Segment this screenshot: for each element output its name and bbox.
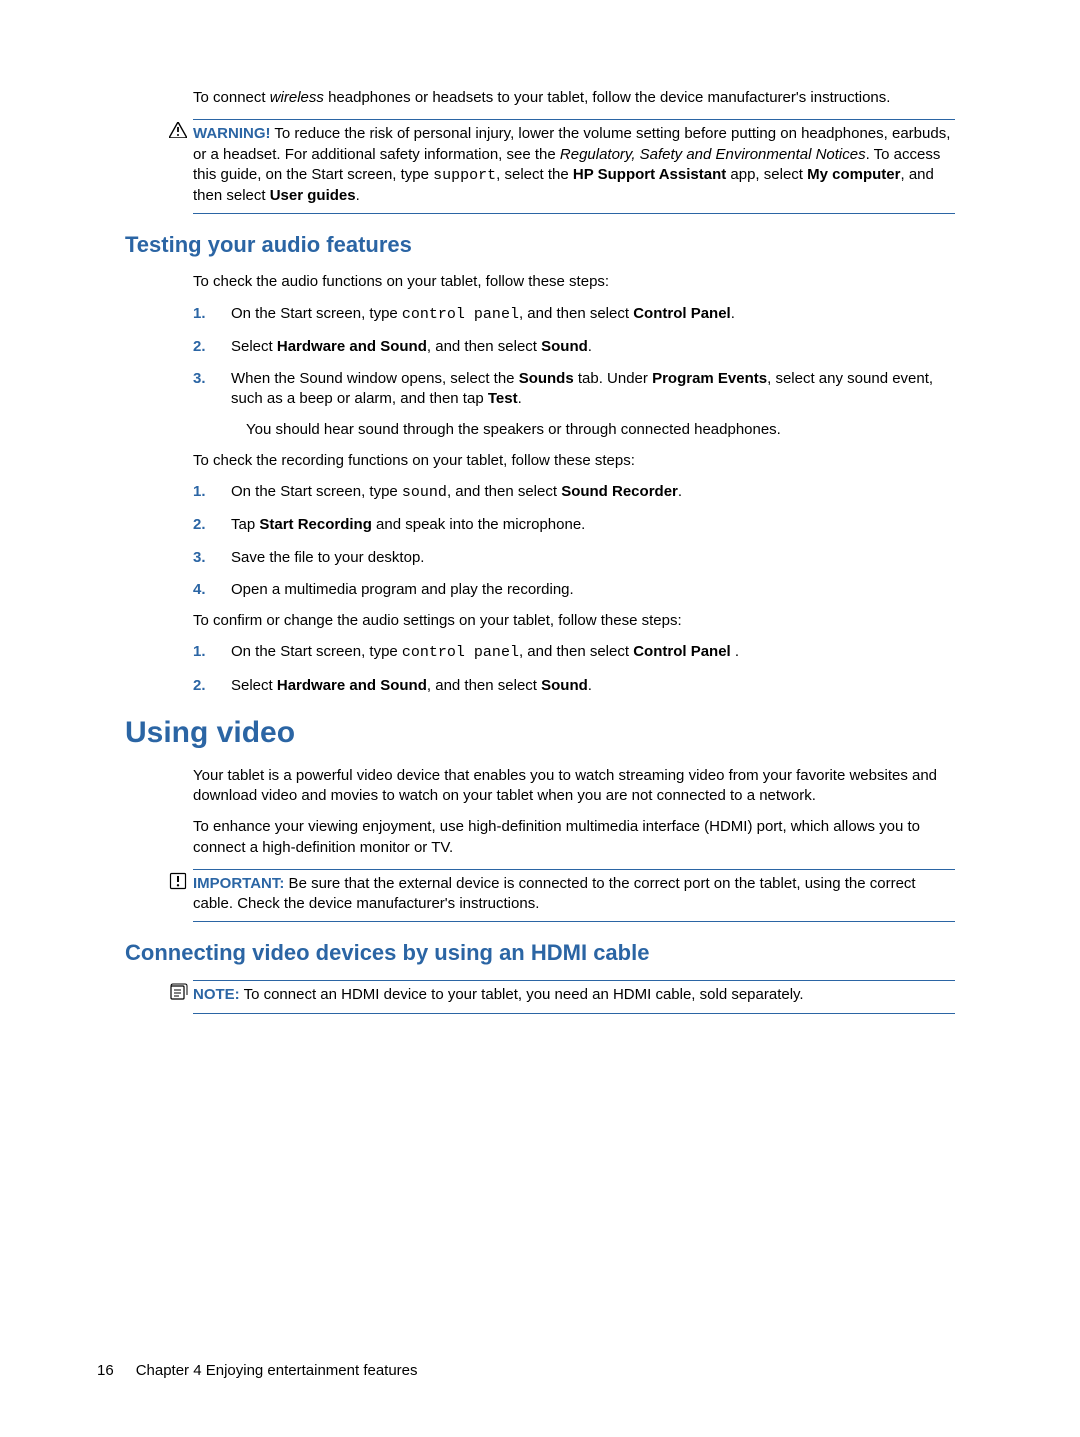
step-number: 1. xyxy=(193,482,206,502)
s1-list2: 1. On the Start screen, type sound, and … xyxy=(193,482,955,600)
warning-mono: support xyxy=(433,167,496,184)
important-icon xyxy=(169,872,187,895)
important-notice: IMPORTANT: Be sure that the external dev… xyxy=(193,869,955,923)
t: . xyxy=(588,677,592,694)
list-item: 3. Save the file to your desktop. xyxy=(193,548,955,568)
warning-content: WARNING! To reduce the risk of personal … xyxy=(193,124,955,206)
t: . xyxy=(588,338,592,355)
t: Tap xyxy=(231,516,259,533)
list-item: 2. Select Hardware and Sound, and then s… xyxy=(193,676,955,696)
t: Open a multimedia program and play the r… xyxy=(231,581,574,598)
chapter-title: Chapter 4 Enjoying entertainment feature… xyxy=(136,1362,418,1379)
list-item: 4. Open a multimedia program and play th… xyxy=(193,580,955,600)
t: . xyxy=(731,643,739,660)
warning-b3: User guides xyxy=(270,187,356,204)
t: . xyxy=(518,390,522,407)
b: Sound xyxy=(541,677,588,694)
t: , and then select xyxy=(519,305,633,322)
step-number: 1. xyxy=(193,642,206,662)
t: . xyxy=(678,483,682,500)
intro-paragraph: To connect wireless headphones or headse… xyxy=(193,88,955,108)
step-number: 4. xyxy=(193,580,206,600)
page-footer: 16 Chapter 4 Enjoying entertainment featu… xyxy=(97,1362,418,1379)
intro-em: wireless xyxy=(270,89,324,106)
t: , and then select xyxy=(427,338,541,355)
page-number: 16 xyxy=(97,1362,114,1379)
warning-notice: WARNING! To reduce the risk of personal … xyxy=(193,119,955,214)
s1-p2: To check the recording functions on your… xyxy=(193,451,955,471)
note-text: To connect an HDMI device to your tablet… xyxy=(240,986,804,1003)
t: , and then select xyxy=(519,643,633,660)
mono: control panel xyxy=(402,644,519,661)
t: On the Start screen, type xyxy=(231,305,402,322)
intro-text-a: To connect xyxy=(193,89,270,106)
warning-b2: My computer xyxy=(807,166,900,183)
warning-b1: HP Support Assistant xyxy=(573,166,726,183)
list-item: 3. When the Sound window opens, select t… xyxy=(193,369,955,440)
list-item: 1. On the Start screen, type control pan… xyxy=(193,304,955,325)
b: Sound Recorder xyxy=(561,483,678,500)
s1-p3: To confirm or change the audio settings … xyxy=(193,611,955,631)
t: On the Start screen, type xyxy=(231,483,402,500)
s2-p2: To enhance your viewing enjoyment, use h… xyxy=(193,817,955,858)
step-number: 3. xyxy=(193,548,206,568)
t: tab. Under xyxy=(574,370,652,387)
list-item: 2. Tap Start Recording and speak into th… xyxy=(193,515,955,535)
step-number: 2. xyxy=(193,515,206,535)
s1-list1: 1. On the Start screen, type control pan… xyxy=(193,304,955,440)
s1-p1: To check the audio functions on your tab… xyxy=(193,272,955,292)
section-heading-using-video: Using video xyxy=(125,716,955,750)
list-item: 1. On the Start screen, type sound, and … xyxy=(193,482,955,503)
b: Sound xyxy=(541,338,588,355)
step-number: 1. xyxy=(193,304,206,324)
note-icon xyxy=(169,983,189,1006)
warning-t3: , select the xyxy=(496,166,573,183)
b: Hardware and Sound xyxy=(277,338,427,355)
b: Start Recording xyxy=(259,516,372,533)
warning-em: Regulatory, Safety and Environmental Not… xyxy=(560,146,866,163)
intro-text-b: headphones or headsets to your tablet, f… xyxy=(324,89,891,106)
step-number: 2. xyxy=(193,676,206,696)
b: Test xyxy=(488,390,518,407)
sub-text: You should hear sound through the speake… xyxy=(231,420,955,440)
b: Sounds xyxy=(519,370,574,387)
t: On the Start screen, type xyxy=(231,643,402,660)
list-item: 1. On the Start screen, type control pan… xyxy=(193,642,955,663)
b: Hardware and Sound xyxy=(277,677,427,694)
important-text: Be sure that the external device is conn… xyxy=(193,875,916,912)
b: Control Panel xyxy=(633,643,731,660)
s2-p1: Your tablet is a powerful video device t… xyxy=(193,766,955,807)
section-heading-hdmi: Connecting video devices by using an HDM… xyxy=(125,940,955,966)
s1-list3: 1. On the Start screen, type control pan… xyxy=(193,642,955,696)
step-number: 3. xyxy=(193,369,206,389)
note-notice: NOTE: To connect an HDMI device to your … xyxy=(193,980,955,1013)
t: Select xyxy=(231,338,277,355)
note-content: NOTE: To connect an HDMI device to your … xyxy=(193,985,955,1005)
note-label: NOTE: xyxy=(193,986,240,1003)
t: . xyxy=(731,305,735,322)
content-body: To connect wireless headphones or headse… xyxy=(193,88,955,1014)
page: To connect wireless headphones or headse… xyxy=(0,0,1080,1437)
b: Program Events xyxy=(652,370,767,387)
t: , and then select xyxy=(427,677,541,694)
t: and speak into the microphone. xyxy=(372,516,585,533)
t: Save the file to your desktop. xyxy=(231,549,424,566)
b: Control Panel xyxy=(633,305,731,322)
important-content: IMPORTANT: Be sure that the external dev… xyxy=(193,874,955,915)
t: When the Sound window opens, select the xyxy=(231,370,519,387)
warning-icon xyxy=(169,122,187,143)
important-label: IMPORTANT: xyxy=(193,875,284,892)
t: , and then select xyxy=(447,483,561,500)
warning-t6: . xyxy=(356,187,360,204)
list-item: 2. Select Hardware and Sound, and then s… xyxy=(193,337,955,357)
step-number: 2. xyxy=(193,337,206,357)
mono: sound xyxy=(402,484,447,501)
warning-label: WARNING! xyxy=(193,125,271,142)
t: Select xyxy=(231,677,277,694)
warning-t4: app, select xyxy=(726,166,807,183)
mono: control panel xyxy=(402,306,519,323)
section-heading-testing-audio: Testing your audio features xyxy=(125,232,955,258)
